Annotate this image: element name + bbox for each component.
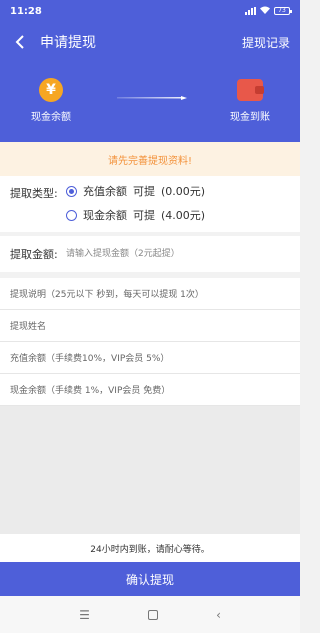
option-cash-balance[interactable]: 现金余额 可提 (4.00元) <box>66 207 205 223</box>
flow-target: 现金到账 <box>215 78 285 123</box>
chevron-left-icon <box>15 35 24 49</box>
back-triangle-icon[interactable]: ‹ <box>216 608 221 622</box>
amount-label: 提取金额: <box>10 248 58 261</box>
battery-icon: 73 <box>274 7 292 15</box>
option-amount: (4.00元) <box>161 209 206 222</box>
confirm-withdraw-button[interactable]: 确认提现 <box>0 562 300 596</box>
flow-from-label: 现金余额 <box>31 112 71 123</box>
transfer-flow: ¥ 现金余额 现金到账 <box>0 78 300 138</box>
wallet-icon <box>237 79 264 101</box>
option-name: 充值余额 <box>83 185 127 198</box>
withdraw-description: 提现说明（25元以下 秒到，每天可以提现 1次） <box>0 278 300 310</box>
page-title: 申请提现 <box>40 35 96 51</box>
info-section: 提现说明（25元以下 秒到，每天可以提现 1次） 提现姓名 充值余额（手续费10… <box>0 278 300 534</box>
flow-source: ¥ 现金余额 <box>16 78 86 123</box>
withdraw-type-section: 提取类型: 充值余额 可提 (0.00元) 现金余额 可提 (4.00元) <box>0 176 300 232</box>
radio-selected-icon[interactable] <box>66 185 77 197</box>
cash-fee-info: 现金余额（手续费 1%，VIP会员 免费） <box>0 374 300 406</box>
navigation-bar: 申请提现 提现记录 <box>0 22 300 62</box>
system-navigation-bar: ☰ ‹ <box>0 596 300 633</box>
option-action: 可提 <box>133 209 155 222</box>
header-hero: 申请提现 提现记录 ¥ 现金余额 现金到账 <box>0 22 300 142</box>
arrow-line-icon <box>117 96 187 100</box>
status-time: 11:28 <box>10 5 42 17</box>
empty-area <box>0 406 300 534</box>
system-icons: 73 <box>245 6 292 16</box>
arrival-tip: 24小时内到账，请耐心等待。 <box>0 534 300 562</box>
flow-to-label: 现金到账 <box>230 112 270 123</box>
radio-unselected-icon[interactable] <box>66 209 77 221</box>
amount-section: 提取金额: <box>0 236 300 272</box>
option-action: 可提 <box>133 185 155 198</box>
yuan-coin-icon: ¥ <box>39 78 63 102</box>
option-name: 现金余额 <box>83 209 127 222</box>
home-square-icon[interactable] <box>147 609 158 620</box>
option-amount: (0.00元) <box>161 185 206 198</box>
recharge-fee-info: 充值余额（手续费10%，VIP会员 5%） <box>0 342 300 374</box>
amount-input[interactable] <box>66 242 286 266</box>
signal-icon <box>245 7 256 15</box>
option-recharge-balance[interactable]: 充值余额 可提 (0.00元) <box>66 183 205 199</box>
withdraw-record-link[interactable]: 提现记录 <box>242 34 290 51</box>
menu-icon[interactable]: ☰ <box>79 608 90 622</box>
withdraw-name-field[interactable]: 提现姓名 <box>0 310 300 342</box>
wifi-icon <box>260 6 270 16</box>
status-bar: 11:28 73 <box>0 0 300 22</box>
withdraw-type-label: 提取类型: <box>10 187 58 200</box>
notice-banner: 请先完善提现资料! <box>0 142 300 176</box>
back-button[interactable] <box>10 32 30 52</box>
